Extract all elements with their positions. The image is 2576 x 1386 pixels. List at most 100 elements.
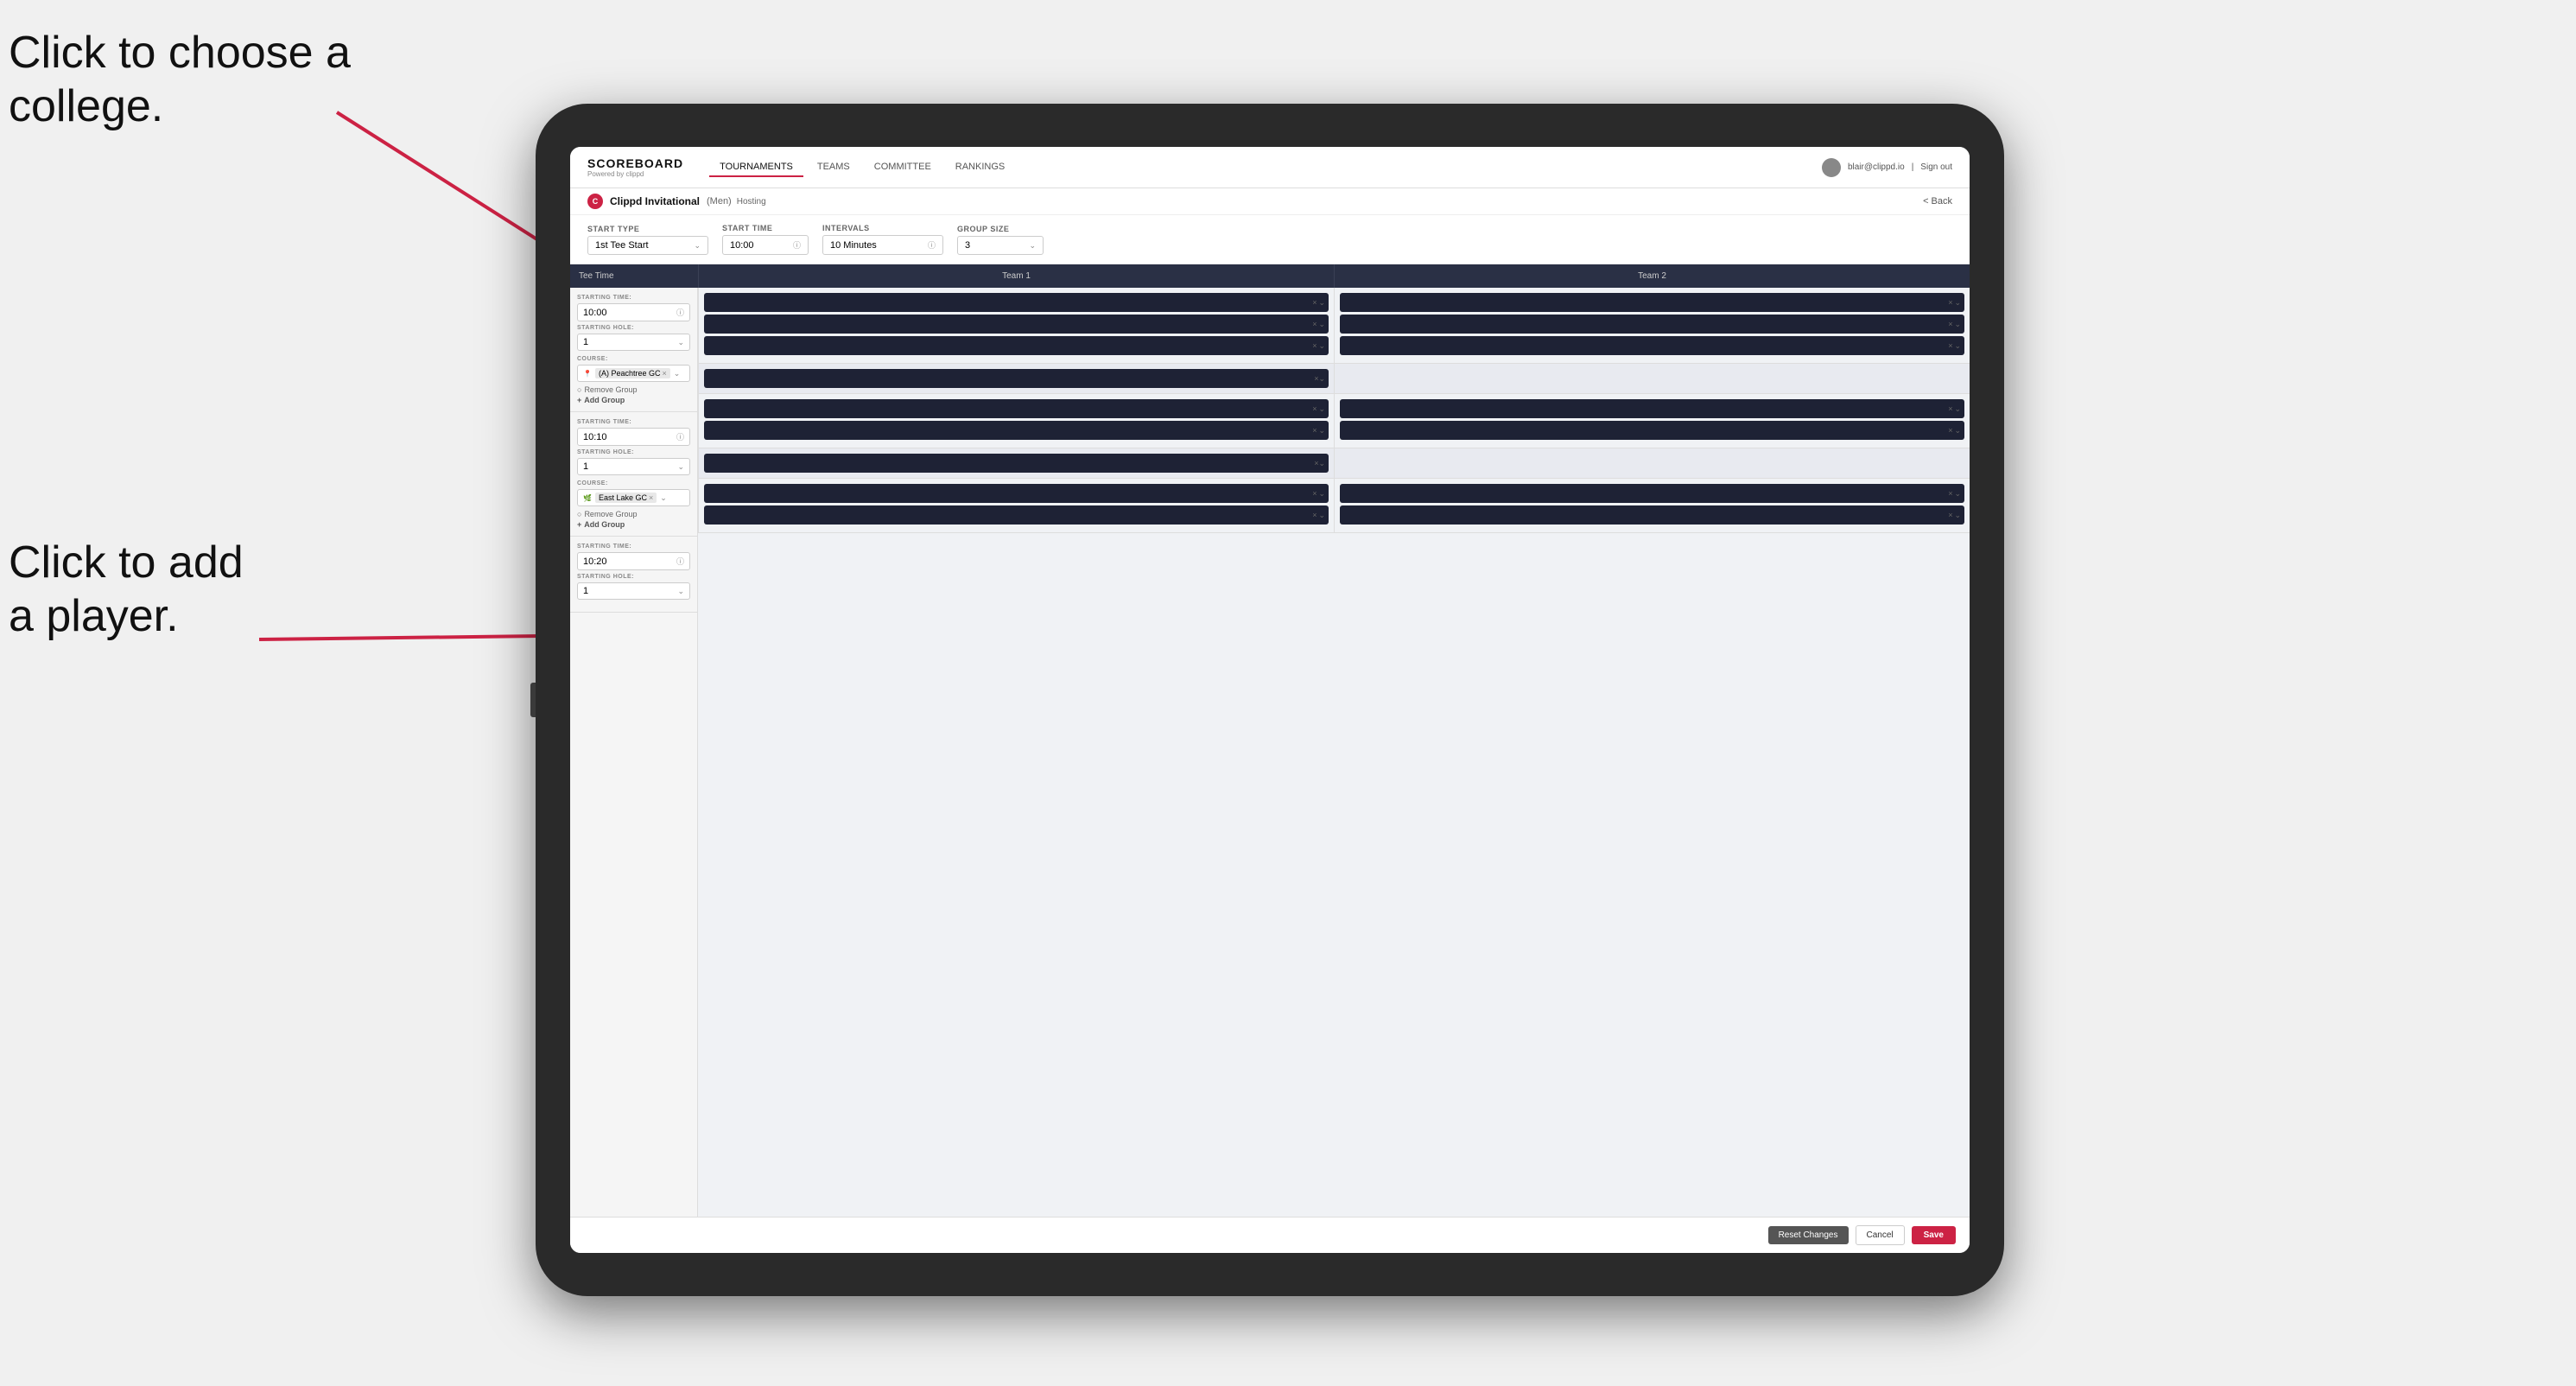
user-email: blair@clippd.io	[1848, 162, 1905, 172]
tablet-frame: SCOREBOARD Powered by clippd TOURNAMENTS…	[536, 104, 2004, 1296]
table-row-2: × ⌄ × ⌄ × ⌄ ×	[698, 394, 1970, 448]
gender-label: (Men)	[707, 196, 732, 207]
logo-area: SCOREBOARD Powered by clippd	[587, 156, 683, 178]
footer-bar: Reset Changes Cancel Save	[570, 1217, 1970, 1253]
starting-time-input-2[interactable]: 10:10 ⓘ	[577, 428, 690, 446]
avatar	[1822, 158, 1841, 177]
player-slot-t2r2b[interactable]: × ⌄	[1340, 421, 1964, 440]
course-team2-row2	[1334, 448, 1970, 478]
course-select-2[interactable]: 🌿 East Lake GC × ⌄	[577, 489, 690, 506]
course-label-1: COURSE:	[577, 356, 690, 362]
starting-time-input-3[interactable]: 10:20 ⓘ	[577, 552, 690, 570]
slot-x-icon: ×	[1312, 298, 1317, 307]
chevron-down-hole-3: ⌄	[677, 587, 684, 596]
course-row-2: × ⌄	[698, 448, 1970, 479]
intervals-label: Intervals	[822, 224, 943, 232]
nav-links: TOURNAMENTS TEAMS COMMITTEE RANKINGS	[709, 158, 1822, 177]
start-time-input[interactable]: 10:00 ⓘ	[722, 235, 809, 255]
start-type-select[interactable]: 1st Tee Start ⌄	[587, 236, 708, 255]
course-chevron-2: ⌄	[660, 493, 667, 503]
nav-tournaments[interactable]: TOURNAMENTS	[709, 158, 803, 177]
cancel-button[interactable]: Cancel	[1856, 1225, 1905, 1245]
slot-x-icon: ×	[1948, 298, 1952, 307]
player-slot-t2r1a[interactable]: × ⌄	[1340, 293, 1964, 312]
time-info-icon-1: ⓘ	[676, 307, 684, 318]
team2-row2: × ⌄ × ⌄	[1334, 394, 1970, 448]
starting-hole-label-1: STARTING HOLE:	[577, 325, 690, 331]
slot-expand-icon: ⌄	[1318, 298, 1325, 308]
starting-hole-select-2[interactable]: 1 ⌄	[577, 458, 690, 475]
intervals-select[interactable]: 10 Minutes ⓘ	[822, 235, 943, 255]
player-slot-t1r1c[interactable]: × ⌄	[704, 336, 1329, 355]
nav-rankings[interactable]: RANKINGS	[945, 158, 1015, 177]
logo-sub: Powered by clippd	[587, 170, 683, 178]
course-remove-icon-2[interactable]: ×	[649, 493, 653, 502]
player-slot-t1r1a[interactable]: × ⌄	[704, 293, 1329, 312]
minus-icon-1: ○	[577, 385, 581, 394]
player-slot-t2r1b[interactable]: × ⌄	[1340, 315, 1964, 334]
starting-time-label-1: STARTING TIME:	[577, 295, 690, 301]
group-size-select[interactable]: 3 ⌄	[957, 236, 1044, 255]
content-area: STARTING TIME: 10:00 ⓘ STARTING HOLE: 1 …	[570, 288, 1970, 1217]
starting-time-input-1[interactable]: 10:00 ⓘ	[577, 303, 690, 321]
team1-header: Team 1	[698, 264, 1334, 288]
nav-teams[interactable]: TEAMS	[807, 158, 860, 177]
player-slot-t2r2a[interactable]: × ⌄	[1340, 399, 1964, 418]
add-group-btn-1[interactable]: + Add Group	[577, 396, 690, 404]
team1-row3: × ⌄ × ⌄	[698, 479, 1334, 532]
left-panel: STARTING TIME: 10:00 ⓘ STARTING HOLE: 1 …	[570, 288, 698, 1217]
table-header: Tee Time Team 1 Team 2	[570, 264, 1970, 288]
plus-icon-1: +	[577, 396, 581, 404]
group-section-1: STARTING TIME: 10:00 ⓘ STARTING HOLE: 1 …	[570, 288, 697, 412]
player-slot-t1r2b[interactable]: × ⌄	[704, 421, 1329, 440]
back-button[interactable]: < Back	[1923, 196, 1952, 207]
player-slot-t2r3b[interactable]: × ⌄	[1340, 505, 1964, 525]
right-panel: × ⌄ × ⌄ × ⌄ ×	[698, 288, 1970, 1217]
group-section-2: STARTING TIME: 10:10 ⓘ STARTING HOLE: 1 …	[570, 412, 697, 537]
team2-header: Team 2	[1334, 264, 1970, 288]
tablet-screen: SCOREBOARD Powered by clippd TOURNAMENTS…	[570, 147, 1970, 1253]
course-row-1: × ⌄	[698, 364, 1970, 394]
course-slot-t1[interactable]: × ⌄	[704, 369, 1329, 388]
save-button[interactable]: Save	[1912, 1226, 1956, 1244]
form-area: Start Type 1st Tee Start ⌄ Start Time 10…	[570, 215, 1970, 264]
team1-row2: × ⌄ × ⌄	[698, 394, 1334, 448]
team1-row1: × ⌄ × ⌄ × ⌄	[698, 288, 1334, 363]
player-slot-t2r3a[interactable]: × ⌄	[1340, 484, 1964, 503]
logo-text: SCOREBOARD	[587, 156, 683, 170]
time-info-icon-2: ⓘ	[676, 431, 684, 442]
tournament-title: Clippd Invitational	[610, 195, 700, 207]
clippd-logo: C	[587, 194, 603, 209]
group-section-3: STARTING TIME: 10:20 ⓘ STARTING HOLE: 1 …	[570, 537, 697, 613]
sign-out-link[interactable]: Sign out	[1920, 162, 1952, 172]
add-group-btn-2[interactable]: + Add Group	[577, 520, 690, 529]
slot-expand-icon: ⌄	[1954, 341, 1961, 351]
player-slot-t1r1b[interactable]: × ⌄	[704, 315, 1329, 334]
remove-group-btn-1[interactable]: ○ Remove Group	[577, 385, 690, 394]
nav-committee[interactable]: COMMITTEE	[864, 158, 942, 177]
remove-group-btn-2[interactable]: ○ Remove Group	[577, 510, 690, 518]
slot-expand-icon: ⌄	[1954, 298, 1961, 308]
slot-x-icon: ×	[1312, 341, 1317, 350]
player-slot-t1r3a[interactable]: × ⌄	[704, 484, 1329, 503]
nav-right: blair@clippd.io | Sign out	[1822, 158, 1952, 177]
course-remove-icon-1[interactable]: ×	[663, 369, 667, 378]
course-team2-row1	[1334, 364, 1970, 393]
chevron-down-hole-2: ⌄	[677, 462, 684, 472]
starting-time-label-3: STARTING TIME:	[577, 544, 690, 550]
player-slot-t1r2a[interactable]: × ⌄	[704, 399, 1329, 418]
start-type-label: Start Type	[587, 225, 708, 233]
starting-hole-select-1[interactable]: 1 ⌄	[577, 334, 690, 351]
course-select-1[interactable]: 📍 (A) Peachtree GC × ⌄	[577, 365, 690, 382]
chevron-down-icon: ⌄	[694, 241, 701, 251]
nav-bar: SCOREBOARD Powered by clippd TOURNAMENTS…	[570, 147, 1970, 188]
reset-changes-button[interactable]: Reset Changes	[1768, 1226, 1849, 1244]
player-slot-t2r1c[interactable]: × ⌄	[1340, 336, 1964, 355]
course-team1-row2: × ⌄	[698, 448, 1334, 478]
tee-time-header: Tee Time	[570, 264, 698, 288]
course-slot-t1-2[interactable]: × ⌄	[704, 454, 1329, 473]
player-slot-t1r3b[interactable]: × ⌄	[704, 505, 1329, 525]
course-tag-2: East Lake GC ×	[595, 493, 657, 503]
team2-row3: × ⌄ × ⌄	[1334, 479, 1970, 532]
starting-hole-select-3[interactable]: 1 ⌄	[577, 582, 690, 600]
